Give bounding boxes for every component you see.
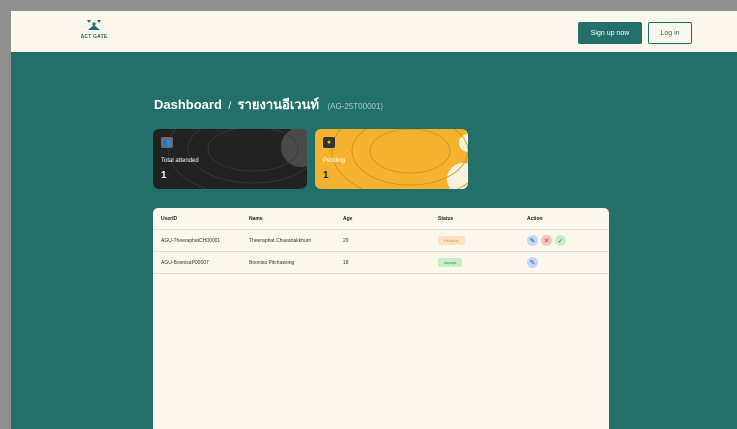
event-code: (AG-25T00001) <box>327 102 384 111</box>
column-header-status: Status <box>438 216 454 222</box>
user-id-cell: AGU-BoonisaP00007 <box>161 260 209 266</box>
attendee-table: UserID Name Age Status Action AGU-Theera… <box>153 208 609 429</box>
card-value: 1 <box>161 170 167 181</box>
status-cell: Accept <box>438 252 463 274</box>
approve-button[interactable]: ✓ <box>555 235 566 246</box>
app-window: ACT GATE Sign up now Log in Dashboard / … <box>11 11 737 429</box>
logo-icon <box>87 20 101 30</box>
page-title: Dashboard / รายงานอีเวนท์ (AG-25T00001) <box>154 94 383 115</box>
user-id-cell: AGU-TheeraphatCH00001 <box>161 238 221 244</box>
pencil-icon: ✎ <box>529 258 536 267</box>
pending-card: ● Pedding 1 <box>315 129 468 189</box>
column-header-action: Action <box>527 216 543 222</box>
status-badge: Pedding <box>438 236 465 246</box>
status-badge: Accept <box>438 258 463 268</box>
card-value: 1 <box>323 170 329 181</box>
logo[interactable]: ACT GATE <box>74 19 114 40</box>
age-cell: 18 <box>343 260 349 266</box>
logo-text: ACT GATE <box>80 34 108 40</box>
edit-button[interactable]: ✎ <box>527 235 538 246</box>
card-label: Total attended <box>161 158 199 164</box>
log-in-button[interactable]: Log in <box>648 22 692 44</box>
table-row: AGU-TheeraphatCH00001 Theeraphat Chueana… <box>153 230 609 252</box>
edit-button[interactable]: ✎ <box>527 257 538 268</box>
event-report-title: รายงานอีเวนท์ <box>237 97 320 112</box>
name-cell: Theeraphat Chueanakkhum <box>249 238 311 244</box>
check-icon: ✓ <box>557 236 564 245</box>
pencil-icon: ✎ <box>529 236 536 245</box>
table-row: AGU-BoonisaP00007 Boonisa Pitchawong 18 … <box>153 252 609 274</box>
name-cell: Boonisa Pitchawong <box>249 260 295 266</box>
dashboard-title: Dashboard <box>154 97 222 112</box>
breadcrumb-separator: / <box>228 101 232 112</box>
row-actions: ✎ ✕ ✓ <box>527 235 566 247</box>
close-icon: ✕ <box>543 236 550 245</box>
reject-button[interactable]: ✕ <box>541 235 552 246</box>
status-cell: Pedding <box>438 230 465 252</box>
card-label: Pedding <box>323 158 346 164</box>
row-actions: ✎ <box>527 257 538 269</box>
column-header-userid: UserID <box>161 216 178 222</box>
table-header: UserID Name Age Status Action <box>153 208 609 230</box>
clock-icon: ● <box>323 137 335 148</box>
top-navbar: ACT GATE Sign up now Log in <box>11 11 737 52</box>
sign-up-button[interactable]: Sign up now <box>578 22 642 44</box>
age-cell: 20 <box>343 238 349 244</box>
user-icon: 👥 <box>161 137 173 148</box>
column-header-name: Name <box>249 216 263 222</box>
total-attended-card: 👥 Total attended 1 <box>153 129 307 189</box>
column-header-age: Age <box>343 216 353 222</box>
